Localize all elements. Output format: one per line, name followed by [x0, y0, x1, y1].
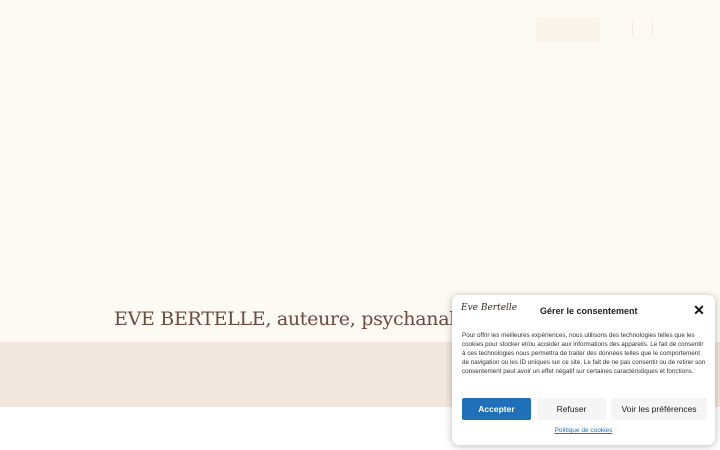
- close-icon[interactable]: ✕: [692, 303, 706, 317]
- preferences-button[interactable]: Voir les préférences: [611, 398, 707, 420]
- cookie-consent-dialog: Eve Bertelle Gérer le consentement ✕ Pou…: [452, 295, 715, 445]
- cookie-policy-link[interactable]: Politique de cookies: [452, 427, 715, 434]
- bag-icon[interactable]: │: [648, 21, 658, 35]
- menu-icon[interactable]: │: [628, 21, 638, 35]
- consent-message: Pour offrir les meilleures expériences, …: [462, 332, 706, 375]
- hero-section: │ │ EVE BERTELLE, auteure, psychanalyste…: [0, 0, 720, 342]
- nav-cta-button[interactable]: [536, 18, 600, 42]
- brand-logo: Eve Bertelle: [461, 303, 518, 313]
- consent-title: Gérer le consentement: [540, 306, 638, 316]
- accept-button[interactable]: Accepter: [462, 398, 531, 420]
- refuse-button[interactable]: Refuser: [537, 398, 606, 420]
